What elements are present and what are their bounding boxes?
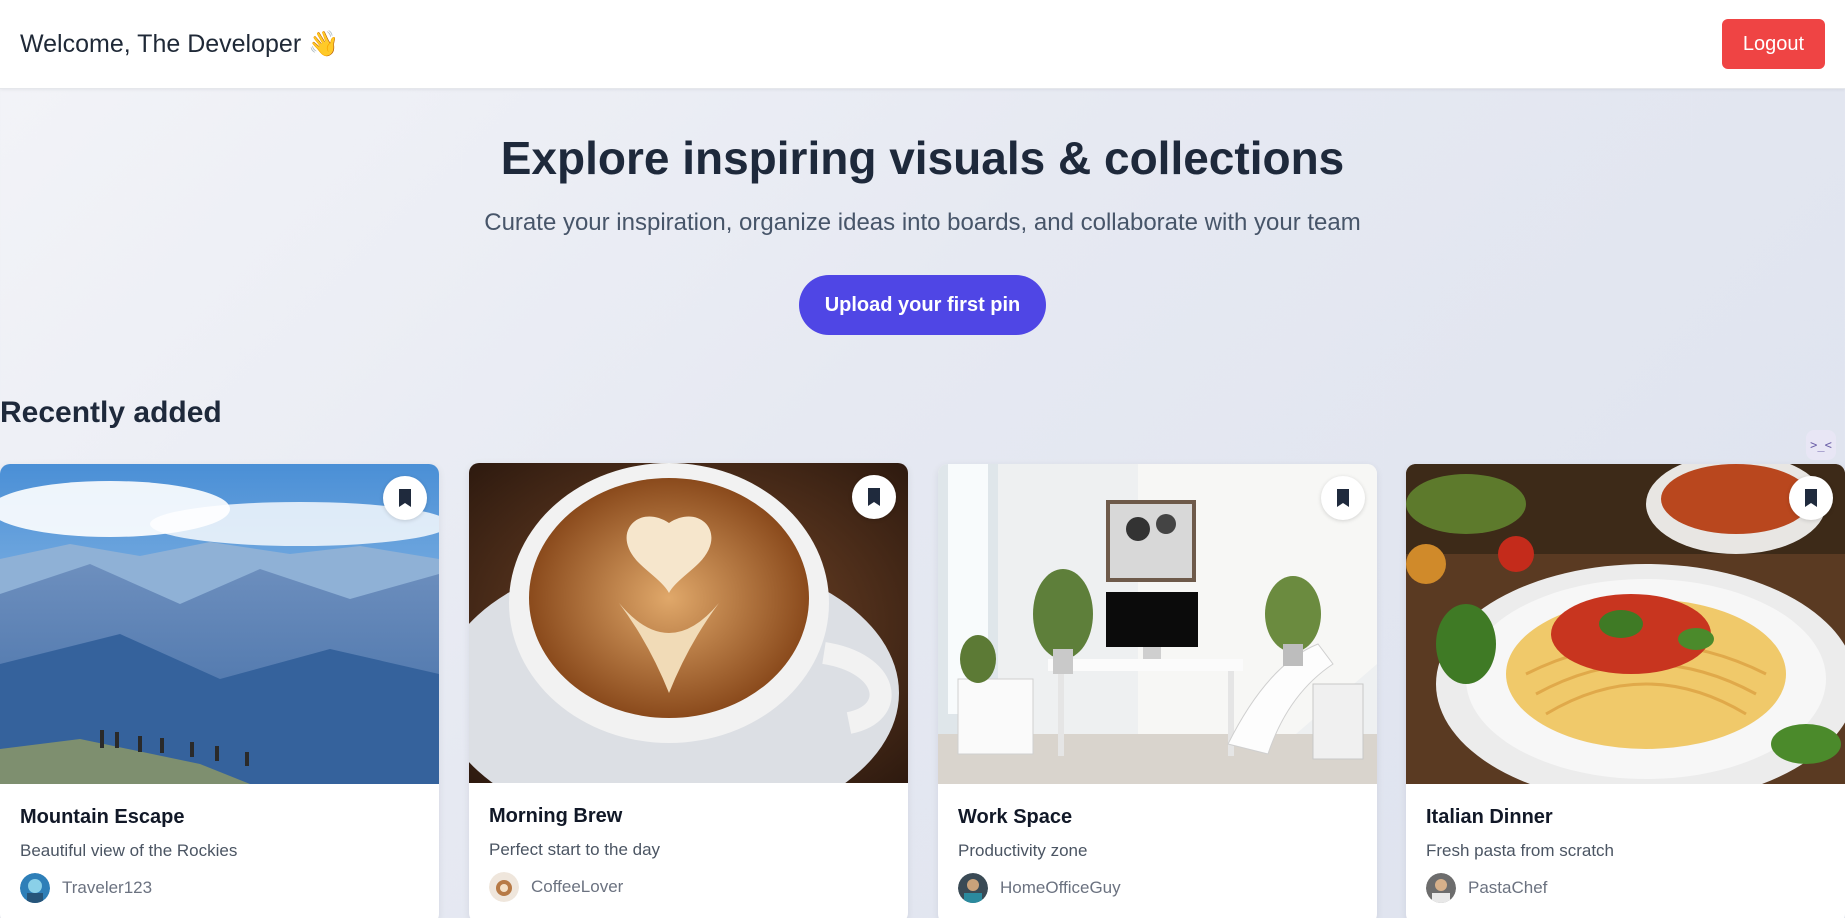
mountain-landscape-image bbox=[0, 464, 439, 784]
bookmark-button[interactable] bbox=[852, 475, 896, 519]
pin-title: Morning Brew bbox=[489, 805, 623, 827]
bookmark-icon bbox=[399, 489, 411, 507]
top-header: Welcome, The Developer 👋 Logout bbox=[0, 0, 1845, 89]
welcome-message: Welcome, The Developer 👋 bbox=[20, 29, 340, 58]
bookmark-icon bbox=[1805, 489, 1817, 507]
spaghetti-plate-image bbox=[1406, 464, 1845, 784]
avatar bbox=[489, 872, 519, 902]
pin-card[interactable]: Work Space Productivity zone HomeOfficeG… bbox=[938, 464, 1377, 918]
pin-description: Perfect start to the day bbox=[489, 840, 661, 859]
avatar bbox=[958, 873, 988, 903]
author-name: PastaChef bbox=[1468, 878, 1548, 897]
upload-first-pin-button[interactable]: Upload your first pin bbox=[799, 275, 1046, 335]
author-name: HomeOfficeGuy bbox=[1000, 878, 1121, 897]
pin-author[interactable]: CoffeeLover bbox=[489, 872, 888, 902]
pin-description: Productivity zone bbox=[958, 841, 1088, 860]
section-title-recently-added: Recently added bbox=[0, 396, 222, 429]
assistant-bubble-icon[interactable]: >_< bbox=[1806, 430, 1836, 460]
pin-card[interactable]: Mountain Escape Beautiful view of the Ro… bbox=[0, 464, 439, 918]
pin-card[interactable]: Italian Dinner Fresh pasta from scratch … bbox=[1406, 464, 1845, 918]
pin-author[interactable]: PastaChef bbox=[1426, 873, 1825, 903]
latte-art-image bbox=[469, 463, 908, 783]
pin-card[interactable]: Morning Brew Perfect start to the day Co… bbox=[469, 463, 908, 918]
pin-title: Mountain Escape bbox=[20, 806, 185, 828]
author-name: Traveler123 bbox=[62, 878, 153, 897]
hero-title: Explore inspiring visuals & collections bbox=[500, 132, 1345, 184]
pin-title: Italian Dinner bbox=[1426, 806, 1553, 828]
hero-section: Explore inspiring visuals & collections … bbox=[0, 89, 1845, 335]
author-name: CoffeeLover bbox=[531, 877, 624, 896]
bookmark-icon bbox=[1337, 489, 1349, 507]
avatar bbox=[1426, 873, 1456, 903]
pin-title: Work Space bbox=[958, 806, 1073, 828]
bookmark-button[interactable] bbox=[1789, 476, 1833, 520]
hero-subtitle: Curate your inspiration, organize ideas … bbox=[484, 209, 1361, 236]
bookmark-icon bbox=[868, 488, 880, 506]
pin-author[interactable]: HomeOfficeGuy bbox=[958, 873, 1357, 903]
bookmark-button[interactable] bbox=[383, 476, 427, 520]
bookmark-button[interactable] bbox=[1321, 476, 1365, 520]
logout-button[interactable]: Logout bbox=[1722, 19, 1825, 69]
pin-description: Fresh pasta from scratch bbox=[1426, 841, 1615, 860]
pin-author[interactable]: Traveler123 bbox=[20, 873, 419, 903]
pin-grid: Mountain Escape Beautiful view of the Ro… bbox=[0, 463, 1845, 918]
home-office-image bbox=[938, 464, 1377, 784]
avatar bbox=[20, 873, 50, 903]
pin-description: Beautiful view of the Rockies bbox=[20, 841, 238, 860]
